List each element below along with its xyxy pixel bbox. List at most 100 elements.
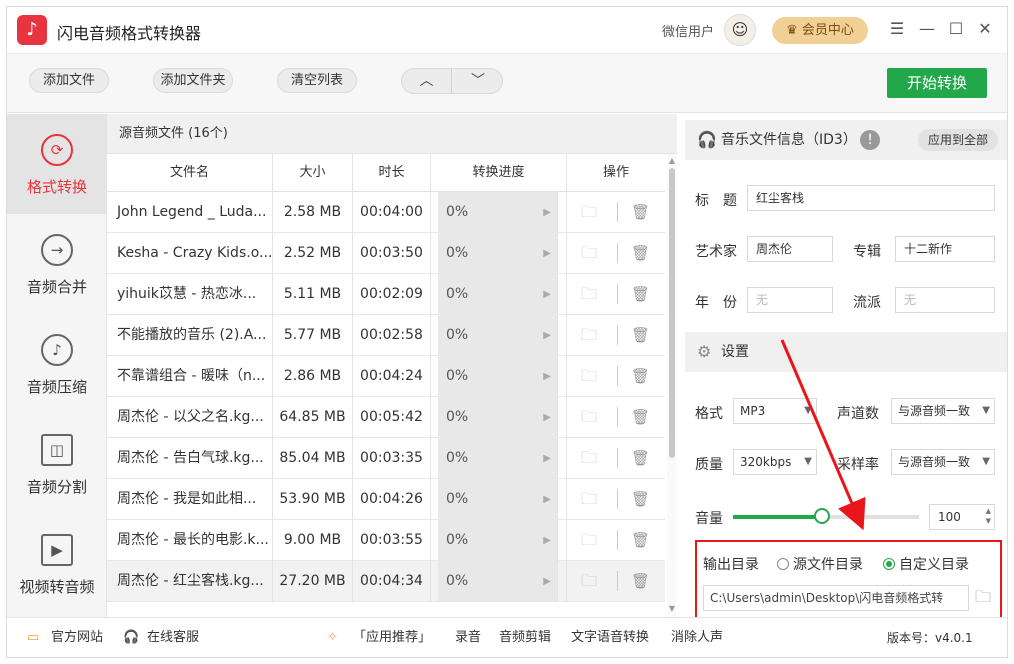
- delete-icon[interactable]: 🗑: [631, 490, 651, 508]
- menu-icon[interactable]: ☰: [887, 19, 907, 39]
- add-folder-button[interactable]: 添加文件夹: [153, 68, 233, 93]
- samplerate-select[interactable]: 与源音频一致 ▼: [891, 449, 995, 475]
- open-folder-icon[interactable]: 🗀: [581, 449, 601, 467]
- output-path-field[interactable]: C:\Users\admin\Desktop\闪电音频格式转: [703, 585, 969, 611]
- table-row[interactable]: 周杰伦 - 以父之名.kg... 64.85 MB 00:05:42 0% ▶ 🗀 🗑: [107, 397, 665, 438]
- delete-icon[interactable]: 🗑: [631, 531, 651, 549]
- table-row[interactable]: 周杰伦 - 告白气球.kg... 85.04 MB 00:03:35 0% ▶ 🗀 🗑: [107, 438, 665, 479]
- open-folder-icon[interactable]: 🗀: [581, 285, 601, 303]
- radio-source-dir[interactable]: 源文件目录: [777, 554, 863, 574]
- divider: [617, 489, 618, 509]
- delete-icon[interactable]: 🗑: [631, 367, 651, 385]
- table-row[interactable]: 不能播放的音乐 (2).A... 5.77 MB 00:02:58 0% ▶ 🗀 🗑: [107, 315, 665, 356]
- nav-audio-split[interactable]: ◫ 音频分割: [7, 414, 107, 514]
- album-field[interactable]: 十二新作: [895, 236, 995, 262]
- delete-icon[interactable]: 🗑: [631, 449, 651, 467]
- file-name: 周杰伦 - 以父之名.kg...: [107, 397, 273, 438]
- info-icon[interactable]: !: [860, 130, 880, 150]
- table-row[interactable]: 周杰伦 - 红尘客栈.kg... 27.20 MB 00:04:34 0% ▶ 🗀 🗑: [107, 561, 665, 602]
- delete-icon[interactable]: 🗑: [631, 572, 651, 590]
- scroll-down-icon[interactable]: ▼: [667, 604, 677, 613]
- delete-icon[interactable]: 🗑: [631, 408, 651, 426]
- footer: ▭ 官方网站 🎧 在线客服 ✧ 「应用推荐」 录音 音频剪辑 文字语音转换 消除…: [7, 617, 1007, 657]
- progress-value: 0%: [446, 450, 469, 466]
- close-icon[interactable]: ✕: [975, 19, 995, 39]
- avatar[interactable]: ☺: [724, 14, 756, 46]
- nav-video-to-audio[interactable]: ▶ 视频转音频: [7, 514, 107, 614]
- nav-audio-merge[interactable]: → 音频合并: [7, 214, 107, 314]
- radio-custom-dir[interactable]: 自定义目录: [883, 554, 969, 574]
- move-up-button[interactable]: ︿: [402, 69, 452, 93]
- progress-cell: 0% ▶: [431, 233, 567, 274]
- play-icon[interactable]: ▶: [543, 561, 551, 602]
- open-folder-icon[interactable]: 🗀: [581, 572, 601, 590]
- table-row[interactable]: Kesha - Crazy Kids.o... 2.52 MB 00:03:50 0%…: [107, 233, 665, 274]
- file-size: 64.85 MB: [273, 397, 353, 438]
- maximize-icon[interactable]: ☐: [946, 19, 966, 39]
- tts-link[interactable]: 文字语音转换: [571, 618, 649, 658]
- delete-icon[interactable]: 🗑: [631, 244, 651, 262]
- scrollbar[interactable]: ▲ ▼: [667, 154, 677, 617]
- open-folder-icon[interactable]: 🗀: [581, 408, 601, 426]
- open-folder-icon[interactable]: 🗀: [581, 367, 601, 385]
- play-icon[interactable]: ▶: [543, 274, 551, 315]
- play-icon[interactable]: ▶: [543, 520, 551, 561]
- minimize-icon[interactable]: —: [917, 19, 937, 39]
- stepper-arrows-icon[interactable]: ▲ ▼: [986, 506, 991, 526]
- delete-icon[interactable]: 🗑: [631, 203, 651, 221]
- samplerate-label: 采样率: [837, 457, 879, 473]
- quality-select[interactable]: 320kbps ▼: [733, 449, 817, 475]
- year-field[interactable]: 无: [747, 287, 833, 313]
- play-icon[interactable]: ▶: [543, 315, 551, 356]
- format-select[interactable]: MP3 ▼: [733, 398, 817, 424]
- vocal-remove-link[interactable]: 消除人声: [671, 618, 723, 658]
- volume-stepper[interactable]: 100 ▲ ▼: [929, 504, 995, 530]
- open-folder-icon[interactable]: 🗀: [581, 531, 601, 549]
- play-icon[interactable]: ▶: [543, 397, 551, 438]
- user-name[interactable]: 微信用户: [662, 21, 714, 40]
- volume-handle[interactable]: [814, 508, 831, 524]
- table-row[interactable]: 周杰伦 - 最长的电影.k... 9.00 MB 00:03:55 0% ▶ 🗀 🗑: [107, 520, 665, 561]
- add-file-button[interactable]: 添加文件: [29, 68, 109, 93]
- scroll-thumb[interactable]: [669, 168, 675, 458]
- col-size[interactable]: 大小: [273, 154, 353, 192]
- table-row[interactable]: 不靠谱组合 - 暖味（n... 2.86 MB 00:04:24 0% ▶ 🗀 🗑: [107, 356, 665, 397]
- volume-slider[interactable]: [733, 508, 919, 524]
- artist-field[interactable]: 周杰伦: [747, 236, 833, 262]
- play-icon[interactable]: ▶: [543, 479, 551, 520]
- file-size: 2.52 MB: [273, 233, 353, 274]
- edit-link[interactable]: 音频剪辑: [499, 618, 551, 658]
- open-folder-icon[interactable]: 🗀: [581, 244, 601, 262]
- play-icon[interactable]: ▶: [543, 356, 551, 397]
- col-duration[interactable]: 时长: [353, 154, 431, 192]
- nav-audio-compress[interactable]: ♪ 音频压缩: [7, 314, 107, 414]
- open-folder-icon[interactable]: 🗀: [581, 490, 601, 508]
- scroll-up-icon[interactable]: ▲: [667, 156, 677, 165]
- open-folder-icon[interactable]: 🗀: [581, 203, 601, 221]
- delete-icon[interactable]: 🗑: [631, 326, 651, 344]
- col-actions: 操作: [602, 165, 629, 180]
- record-link[interactable]: 录音: [455, 618, 481, 658]
- play-icon[interactable]: ▶: [543, 233, 551, 274]
- table-row[interactable]: 周杰伦 - 我是如此相... 53.90 MB 00:04:26 0% ▶ 🗀 🗑: [107, 479, 665, 520]
- nav-format-convert[interactable]: ⟳ 格式转换: [7, 114, 107, 214]
- clear-list-button[interactable]: 清空列表: [277, 68, 357, 93]
- col-filename[interactable]: 文件名: [107, 154, 273, 192]
- service-link[interactable]: 在线客服: [147, 618, 199, 658]
- folder-icon[interactable]: 🗀: [975, 586, 997, 606]
- apply-all-button[interactable]: 应用到全部: [918, 129, 998, 151]
- play-icon[interactable]: ▶: [543, 438, 551, 479]
- table-row[interactable]: yihuik苡慧 - 热恋冰... 5.11 MB 00:02:09 0% ▶ 🗀 🗑: [107, 274, 665, 315]
- start-convert-button[interactable]: 开始转换: [887, 68, 987, 98]
- channels-select[interactable]: 与源音频一致 ▼: [891, 398, 995, 424]
- genre-field[interactable]: 无: [895, 287, 995, 313]
- title-field[interactable]: 红尘客栈: [747, 185, 995, 211]
- move-down-button[interactable]: ﹀: [453, 69, 503, 93]
- progress-bar: 0% ▶: [438, 315, 558, 356]
- open-folder-icon[interactable]: 🗀: [581, 326, 601, 344]
- delete-icon[interactable]: 🗑: [631, 285, 651, 303]
- website-link[interactable]: 官方网站: [51, 618, 103, 658]
- vip-center-button[interactable]: ♛ 会员中心: [772, 17, 868, 44]
- table-row[interactable]: John Legend _ Luda... 2.58 MB 00:04:00 0% ▶ 🗀…: [107, 192, 665, 233]
- play-icon[interactable]: ▶: [543, 192, 551, 233]
